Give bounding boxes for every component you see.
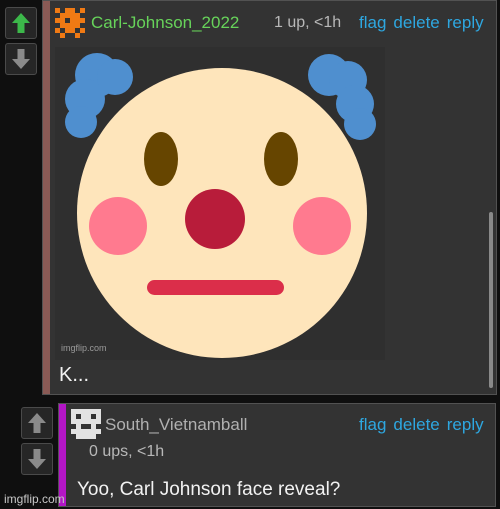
- comment-image[interactable]: imgflip.com: [55, 47, 385, 360]
- downvote-button[interactable]: [21, 443, 53, 475]
- comment-actions: flag delete reply: [359, 13, 484, 33]
- username[interactable]: South_Vietnamball: [105, 415, 247, 435]
- upvote-button[interactable]: [5, 7, 37, 39]
- delete-link[interactable]: delete: [393, 13, 439, 33]
- reply-link[interactable]: reply: [447, 13, 484, 33]
- vote-column-1: [5, 7, 39, 79]
- flag-link[interactable]: flag: [359, 415, 386, 435]
- clown-face-emoji-icon: [65, 53, 376, 358]
- comment-text: Yoo, Carl Johnson face reveal?: [77, 479, 341, 500]
- username[interactable]: Carl-Johnson_2022: [91, 13, 239, 33]
- comment-stripe: [59, 404, 66, 506]
- upvote-button[interactable]: [21, 407, 53, 439]
- image-watermark: imgflip.com: [61, 343, 107, 353]
- arrow-up-icon: [28, 413, 46, 433]
- arrow-up-icon: [12, 13, 30, 33]
- comment-carl-johnson: Carl-Johnson_2022 1 up, <1h flag delete …: [42, 0, 497, 395]
- vote-column-2: [21, 407, 55, 479]
- downvote-button[interactable]: [5, 43, 37, 75]
- reply-link[interactable]: reply: [447, 415, 484, 435]
- comment-stripe: [43, 1, 50, 394]
- site-watermark: imgflip.com: [4, 492, 65, 506]
- comment-south-vietnamball: South_Vietnamball flag delete reply 0 up…: [58, 403, 496, 507]
- arrow-down-icon: [28, 449, 46, 469]
- comment-actions: flag delete reply: [359, 415, 484, 435]
- flag-link[interactable]: flag: [359, 13, 386, 33]
- delete-link[interactable]: delete: [393, 415, 439, 435]
- comment-text: K...: [59, 364, 90, 386]
- pixel-avatar-orange-icon: [55, 8, 85, 38]
- arrow-down-icon: [12, 49, 30, 69]
- vote-count-time: 0 ups, <1h: [89, 443, 165, 460]
- pixel-avatar-gray-icon: [71, 409, 101, 439]
- vote-count-time: 1 up, <1h: [274, 14, 342, 31]
- scrollbar[interactable]: [489, 212, 493, 388]
